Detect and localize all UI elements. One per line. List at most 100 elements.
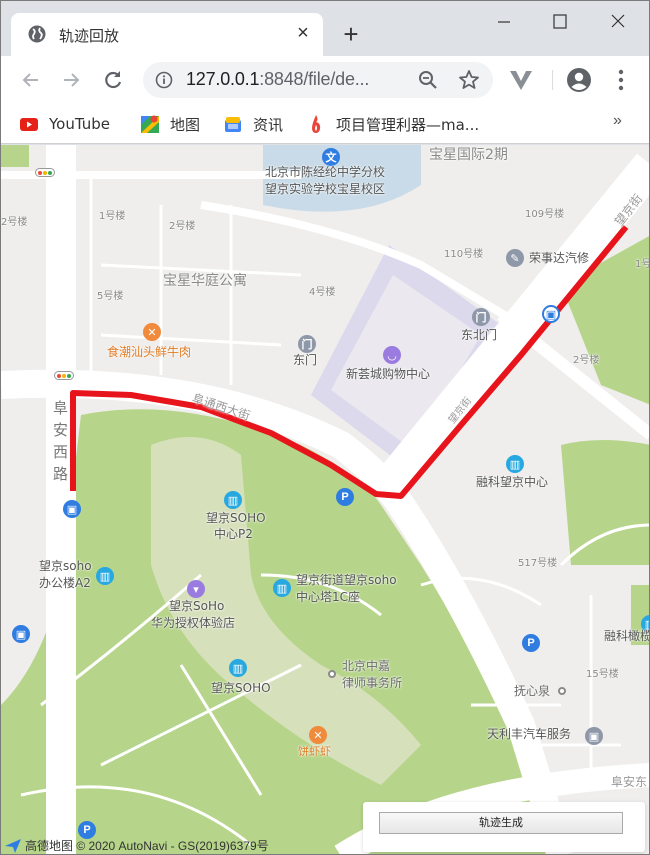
bookmarks-overflow-button[interactable]: » <box>613 112 622 130</box>
address-bar[interactable]: 127.0.0.1:8848/file/de... <box>143 62 493 98</box>
bookmark-label: YouTube <box>49 115 110 133</box>
gate-poi-icon[interactable]: 门 <box>298 335 316 353</box>
url-host: 127.0.0.1 <box>186 69 260 89</box>
maximize-button[interactable] <box>537 7 583 37</box>
bookmark-label: 地图 <box>170 115 201 134</box>
map-label: 109号楼 <box>525 209 565 220</box>
generate-route-button[interactable]: 轨迹生成 <box>379 812 623 834</box>
road-label: 阜安西路 <box>53 399 69 483</box>
traffic-light-icon <box>54 371 74 380</box>
map-label: 1号 <box>635 259 650 270</box>
maximize-icon <box>553 14 567 29</box>
map-label: 望京soho <box>39 559 92 573</box>
forward-icon[interactable] <box>57 66 85 94</box>
bookmark-project[interactable]: 项目管理利器—ma... <box>306 113 479 135</box>
building-poi-icon[interactable]: ▥ <box>506 455 524 473</box>
building-poi-icon[interactable]: ▥ <box>96 567 114 585</box>
back-icon[interactable] <box>17 66 45 94</box>
map-label: 5号楼 <box>97 291 124 302</box>
map-label: 荣事达汽修 <box>529 251 590 265</box>
new-tab-button[interactable]: + <box>337 21 365 49</box>
map-label: 东北门 <box>461 328 498 342</box>
map-label: 望京街道望京soho <box>296 573 397 587</box>
amap-logo-icon <box>5 838 21 853</box>
map-attribution: 高德地图 © 2020 AutoNavi - GS(2019)6379号 <box>5 837 269 854</box>
restaurant-poi-icon[interactable]: ✕ <box>143 323 161 341</box>
map-label: 望京实验学校宝星校区 <box>265 182 386 196</box>
map-label: 望京SOHO <box>211 681 271 695</box>
browser-tab-active[interactable]: 轨迹回放 × <box>11 13 323 56</box>
bookmark-news[interactable]: 资讯 <box>223 113 283 135</box>
map-label: 新荟城购物中心 <box>346 367 431 381</box>
bookmark-star-icon[interactable] <box>458 69 480 91</box>
map-label: 2号楼 <box>573 355 600 366</box>
map-label: 抚心泉 <box>514 684 551 698</box>
map-label: 北京中嘉 <box>342 659 391 673</box>
tab-strip: 轨迹回放 × + <box>1 1 649 56</box>
map-label: 天利丰汽车服务 <box>487 727 572 741</box>
bus-stop-icon[interactable]: ▣ <box>63 500 81 518</box>
url-text[interactable]: 127.0.0.1:8848/file/de... <box>186 69 369 90</box>
map-label: 北京市陈经纶中学分校 <box>265 165 386 179</box>
map-label: 律师事务所 <box>342 676 403 690</box>
bookmark-youtube[interactable]: YouTube <box>19 113 110 135</box>
shop-poi-icon[interactable]: ▾ <box>187 580 205 598</box>
bookmark-label: 资讯 <box>253 115 284 134</box>
map-label: 东门 <box>293 353 318 367</box>
traffic-light-icon <box>35 168 55 177</box>
browser-toolbar: 127.0.0.1:8848/file/de... <box>1 56 649 104</box>
shopping-poi-icon[interactable]: ◡ <box>383 346 401 364</box>
map-label: 望京SoHo <box>169 599 225 613</box>
minimize-icon <box>498 21 510 23</box>
tab-title: 轨迹回放 <box>59 27 120 45</box>
school-poi-icon[interactable]: 文 <box>322 148 340 166</box>
bookmark-maps[interactable]: 地图 <box>140 113 200 135</box>
map-label: 食潮汕头鲜牛肉 <box>107 345 192 359</box>
map-label: 1号楼 <box>99 211 126 222</box>
map-canvas[interactable]: 文 ✎ ▣ ✕ 门 门 ◡ ▣ ▥ P ▥ ▥ ▾ ▥ ▣ P ▥ ▣ ✕ P … <box>1 145 650 854</box>
gate-poi-icon[interactable]: 门 <box>472 308 490 326</box>
profile-avatar-icon[interactable] <box>566 67 592 93</box>
browser-window: 轨迹回放 × + 127.0.0.1:8848/file/de... YouTu… <box>0 0 650 855</box>
parking-icon[interactable]: P <box>522 634 540 652</box>
building-poi-icon[interactable]: ▥ <box>229 659 247 677</box>
building-poi-icon[interactable]: ▥ <box>224 491 242 509</box>
repair-poi-icon[interactable]: ✎ <box>506 249 524 267</box>
zoom-out-icon[interactable] <box>418 70 438 90</box>
info-icon[interactable] <box>155 71 173 89</box>
building-poi-icon[interactable]: ▥ <box>273 579 291 597</box>
more-menu-icon[interactable] <box>611 67 631 93</box>
bookmarks-bar: YouTube 地图 资讯 项目管理利器—ma... » <box>1 104 649 144</box>
map-label: 4号楼 <box>309 287 336 298</box>
green-right2 <box>561 440 649 565</box>
map-label: 望京SOHO <box>206 511 266 525</box>
bus-stop-icon[interactable]: ▣ <box>542 305 560 323</box>
lawfirm-poi-icon[interactable] <box>328 670 336 678</box>
globe-icon <box>28 25 46 43</box>
bus-stop-icon[interactable]: ▣ <box>12 625 30 643</box>
window-close-button[interactable] <box>595 7 641 37</box>
maps-icon <box>141 115 159 133</box>
map-label: 15号楼 <box>586 669 619 680</box>
tab-close-button[interactable]: × <box>291 21 315 45</box>
map-label: 饼虾虾 <box>298 745 331 758</box>
map-label: 融科望京中心 <box>476 475 549 489</box>
map-label: 2号楼 <box>169 221 196 232</box>
close-icon <box>611 14 625 28</box>
youtube-icon <box>20 118 38 131</box>
route-control-panel: 轨迹生成 <box>363 802 645 852</box>
toolbar-separator <box>552 70 553 90</box>
map-label: 宝星国际2期 <box>429 147 508 163</box>
minimize-button[interactable] <box>481 7 527 37</box>
map-label: 融科橄榄 <box>604 629 650 643</box>
bookmark-label: 项目管理利器—ma... <box>336 115 480 134</box>
map-label: 2号楼 <box>1 217 28 228</box>
restaurant-poi-icon[interactable]: ✕ <box>309 726 327 744</box>
extension-v-icon[interactable] <box>509 69 533 91</box>
reload-icon[interactable] <box>99 66 127 94</box>
news-icon <box>225 117 241 132</box>
car-service-poi-icon[interactable]: ▣ <box>585 727 603 745</box>
spring-poi-icon[interactable] <box>558 687 566 695</box>
parking-icon[interactable]: P <box>336 488 354 506</box>
map-label: 华为授权体验店 <box>151 616 236 630</box>
